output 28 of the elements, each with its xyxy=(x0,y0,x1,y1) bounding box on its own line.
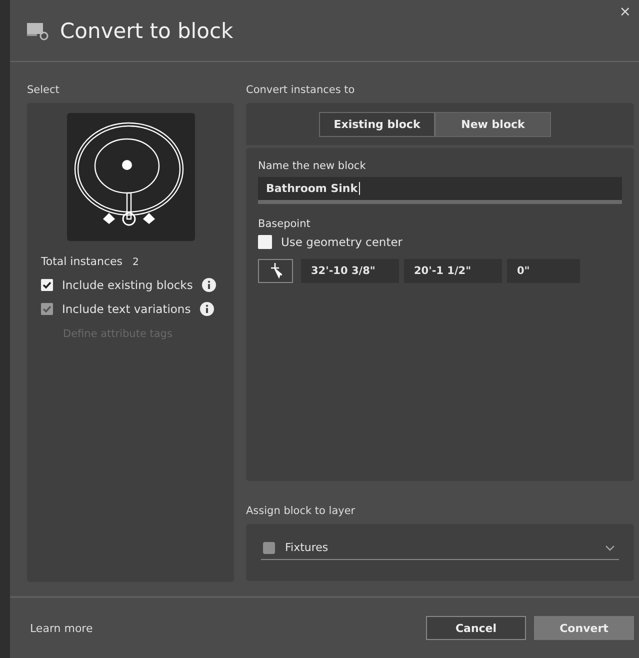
section-label: Assign block to layer xyxy=(246,505,356,517)
section-label: Select xyxy=(27,84,60,96)
chevron-down-icon xyxy=(605,544,615,550)
section-label: Convert instances to xyxy=(246,84,356,96)
total-instances-value: 2 xyxy=(132,257,139,268)
coordinate-field[interactable]: 32'-10 3/8" xyxy=(301,259,399,283)
block-name-field[interactable]: Bathroom Sink xyxy=(258,177,622,204)
total-instances-label: Total instances xyxy=(41,255,123,268)
coordinate-field[interactable]: 20'-1 1/2" xyxy=(404,259,502,283)
window-title: Convert to block xyxy=(60,18,234,42)
tab[interactable]: Existing block xyxy=(319,112,435,136)
convert-button[interactable]: Convert xyxy=(534,616,634,640)
info-icon[interactable] xyxy=(202,278,216,292)
field-label: Name the new block xyxy=(258,160,367,172)
basepoint-label: Basepoint xyxy=(258,218,312,230)
tab[interactable]: New block xyxy=(435,112,551,136)
cancel-button[interactable]: Cancel xyxy=(426,616,526,640)
pick-point-button[interactable] xyxy=(258,259,293,283)
learn-more-link[interactable]: Learn more xyxy=(30,622,93,634)
checkbox[interactable] xyxy=(41,279,53,291)
checkbox-label: Include text variations xyxy=(62,302,191,316)
checkbox-label: Use geometry center xyxy=(281,235,403,249)
cursor-icon xyxy=(270,263,282,279)
checkbox-label: Include existing blocks xyxy=(62,278,193,292)
block-icon xyxy=(26,20,50,40)
coordinate-field[interactable]: 0" xyxy=(507,259,580,283)
checkbox[interactable] xyxy=(258,235,272,249)
close-button[interactable]: × xyxy=(617,4,633,20)
